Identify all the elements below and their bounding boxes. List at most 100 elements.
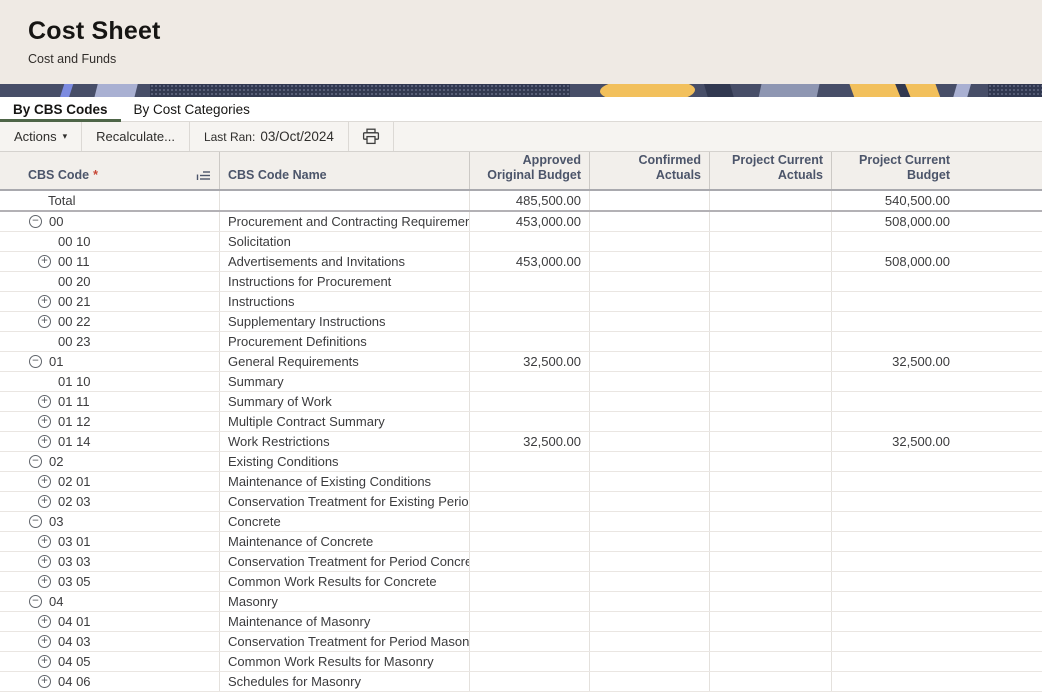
column-header-cbs-code[interactable]: CBS Code*: [0, 152, 220, 189]
grid-body: Total 485,500.00 540,500.00 − 00 Procure…: [0, 191, 1042, 692]
cbs-code-cell: Total: [0, 191, 220, 210]
tree-collapse-icon[interactable]: −: [29, 595, 42, 608]
cbs-code-name-cell: Summary of Work: [220, 392, 470, 411]
tree-collapse-icon[interactable]: −: [29, 515, 42, 528]
table-row[interactable]: + 03 03 Conservation Treatment for Perio…: [0, 552, 1042, 572]
column-header-confirmed-actuals[interactable]: Confirmed Actuals: [590, 152, 710, 189]
recalculate-button[interactable]: Recalculate...: [82, 122, 189, 151]
actions-menu-button[interactable]: Actions ▾: [0, 122, 81, 151]
approved-original-budget-cell: [470, 232, 590, 251]
table-row[interactable]: − 03 Concrete: [0, 512, 1042, 532]
confirmed-actuals-cell: [590, 632, 710, 651]
project-current-actuals-cell: [710, 312, 832, 331]
cbs-code-name-cell: Common Work Results for Masonry: [220, 652, 470, 671]
table-row[interactable]: + 00 21 Instructions: [0, 292, 1042, 312]
table-row[interactable]: + 01 12 Multiple Contract Summary: [0, 412, 1042, 432]
tree-expand-icon[interactable]: +: [38, 475, 51, 488]
cbs-code-label: 00 22: [58, 314, 91, 329]
table-row[interactable]: + 04 03 Conservation Treatment for Perio…: [0, 632, 1042, 652]
tree-expand-icon[interactable]: +: [38, 315, 51, 328]
hierarchy-icon[interactable]: [196, 170, 211, 183]
print-button[interactable]: [349, 122, 393, 151]
tree-expand-icon[interactable]: +: [38, 415, 51, 428]
tree-expand-icon[interactable]: +: [38, 675, 51, 688]
table-row[interactable]: − 00 Procurement and Contracting Require…: [0, 212, 1042, 232]
approved-original-budget-cell: [470, 292, 590, 311]
cbs-code-name-cell: Procurement Definitions: [220, 332, 470, 351]
table-row[interactable]: 00 10 Solicitation: [0, 232, 1042, 252]
project-current-budget-cell: [832, 672, 1042, 691]
table-row[interactable]: + 02 01 Maintenance of Existing Conditio…: [0, 472, 1042, 492]
table-row[interactable]: + 01 11 Summary of Work: [0, 392, 1042, 412]
tree-expand-icon[interactable]: +: [38, 615, 51, 628]
tree-collapse-icon[interactable]: −: [29, 355, 42, 368]
project-current-budget-cell: 540,500.00: [832, 191, 1042, 210]
tree-expand-icon[interactable]: +: [38, 535, 51, 548]
last-ran-status: Last Ran: 03/Oct/2024: [190, 122, 348, 151]
table-row[interactable]: − 04 Masonry: [0, 592, 1042, 612]
tree-expand-icon[interactable]: +: [38, 635, 51, 648]
tree-expand-icon[interactable]: +: [38, 395, 51, 408]
table-row[interactable]: − 01 General Requirements 32,500.00 32,5…: [0, 352, 1042, 372]
table-row[interactable]: + 00 11 Advertisements and Invitations 4…: [0, 252, 1042, 272]
confirmed-actuals-cell: [590, 232, 710, 251]
table-row[interactable]: 00 20 Instructions for Procurement: [0, 272, 1042, 292]
cbs-code-label: 00 11: [58, 254, 90, 269]
table-row[interactable]: + 01 14 Work Restrictions 32,500.00 32,5…: [0, 432, 1042, 452]
table-row[interactable]: + 03 05 Common Work Results for Concrete: [0, 572, 1042, 592]
tree-expand-icon[interactable]: +: [38, 255, 51, 268]
cbs-code-name-cell: Procurement and Contracting Requirements: [220, 212, 470, 231]
tree-expand-icon[interactable]: +: [38, 575, 51, 588]
column-header-label: Project Current Budget: [840, 153, 950, 184]
table-row[interactable]: + 04 01 Maintenance of Masonry: [0, 612, 1042, 632]
project-current-budget-cell: [832, 632, 1042, 651]
project-current-actuals-cell: [710, 492, 832, 511]
project-current-budget-cell: 32,500.00: [832, 432, 1042, 451]
approved-original-budget-cell: [470, 372, 590, 391]
tab-by-cbs-codes[interactable]: By CBS Codes: [0, 97, 121, 121]
project-current-actuals-cell: [710, 612, 832, 631]
column-header-project-current-budget[interactable]: Project Current Budget: [832, 152, 1042, 189]
approved-original-budget-cell: 32,500.00: [470, 432, 590, 451]
tree-expand-icon[interactable]: +: [38, 655, 51, 668]
cbs-code-cell: 01 10: [0, 372, 220, 391]
column-header-approved-original-budget[interactable]: Approved Original Budget: [470, 152, 590, 189]
project-current-budget-cell: [832, 532, 1042, 551]
cbs-code-name-cell: Common Work Results for Concrete: [220, 572, 470, 591]
table-row[interactable]: + 04 05 Common Work Results for Masonry: [0, 652, 1042, 672]
tree-collapse-icon[interactable]: −: [29, 455, 42, 468]
table-row[interactable]: + 04 06 Schedules for Masonry: [0, 672, 1042, 692]
table-row[interactable]: + 00 22 Supplementary Instructions: [0, 312, 1042, 332]
banner-shape: [600, 84, 695, 97]
table-row[interactable]: 00 23 Procurement Definitions: [0, 332, 1042, 352]
table-row[interactable]: Total 485,500.00 540,500.00: [0, 191, 1042, 212]
project-current-actuals-cell: [710, 632, 832, 651]
toolbar-separator: [393, 122, 394, 151]
approved-original-budget-cell: [470, 272, 590, 291]
table-row[interactable]: 01 10 Summary: [0, 372, 1042, 392]
column-header-project-current-actuals[interactable]: Project Current Actuals: [710, 152, 832, 189]
last-ran-label: Last Ran:: [204, 130, 255, 144]
tree-expand-icon[interactable]: +: [38, 295, 51, 308]
tree-expand-icon[interactable]: +: [38, 495, 51, 508]
project-current-actuals-cell: [710, 392, 832, 411]
tree-collapse-icon[interactable]: −: [29, 215, 42, 228]
table-row[interactable]: + 03 01 Maintenance of Concrete: [0, 532, 1042, 552]
cbs-code-name-cell: Existing Conditions: [220, 452, 470, 471]
cbs-code-cell: + 00 11: [0, 252, 220, 271]
table-row[interactable]: + 02 03 Conservation Treatment for Exist…: [0, 492, 1042, 512]
approved-original-budget-cell: [470, 452, 590, 471]
table-row[interactable]: − 02 Existing Conditions: [0, 452, 1042, 472]
project-current-budget-cell: [832, 372, 1042, 391]
column-header-cbs-code-name[interactable]: CBS Code Name: [220, 152, 470, 189]
project-current-budget-cell: [832, 272, 1042, 291]
last-ran-date: 03/Oct/2024: [260, 129, 334, 144]
tree-expand-icon[interactable]: +: [38, 555, 51, 568]
cbs-code-cell: 00 20: [0, 272, 220, 291]
tab-label: By Cost Categories: [134, 102, 250, 117]
tab-by-cost-categories[interactable]: By Cost Categories: [121, 97, 263, 121]
tree-expand-icon[interactable]: +: [38, 435, 51, 448]
actions-label: Actions: [14, 129, 57, 144]
cbs-code-cell: + 02 01: [0, 472, 220, 491]
confirmed-actuals-cell: [590, 212, 710, 231]
